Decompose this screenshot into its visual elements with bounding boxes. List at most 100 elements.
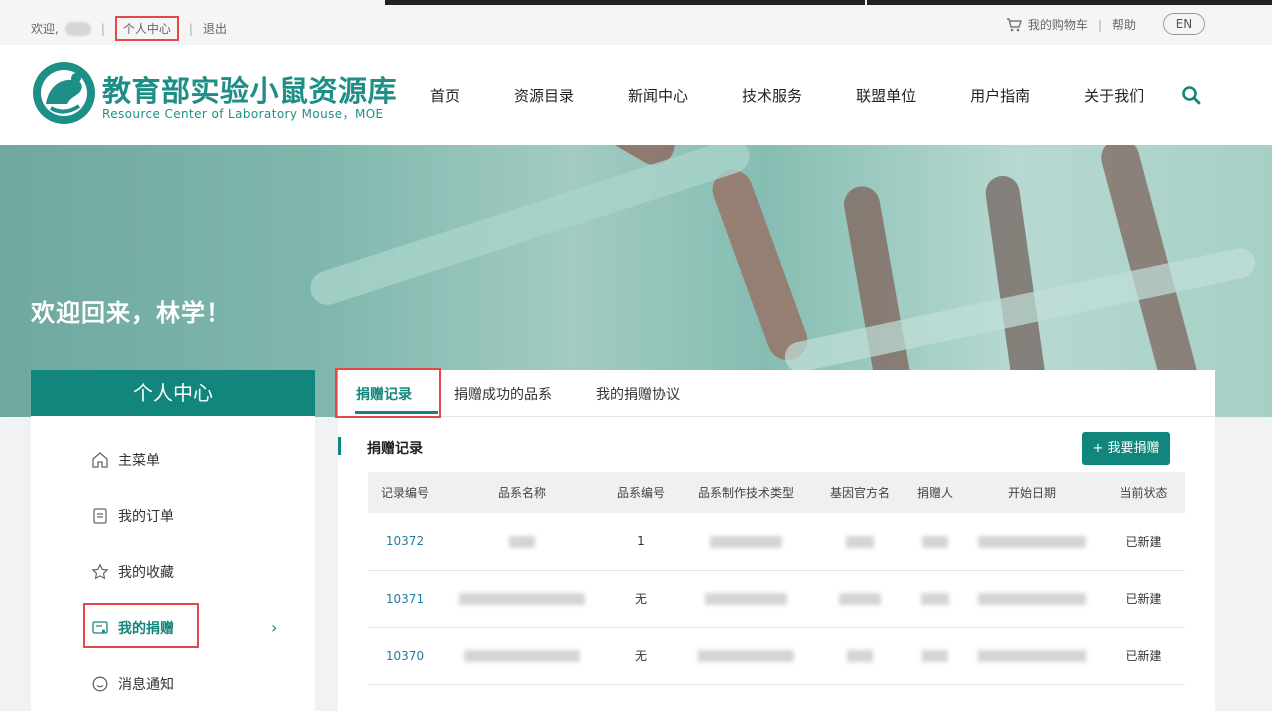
nav-item-home[interactable]: 首页 [430,85,460,106]
logout-link[interactable]: 退出 [203,20,227,37]
table-cell: 已新建 [1125,592,1162,606]
welcome-heading: 欢迎回来，林学！ [31,299,231,327]
window-strip [385,0,865,5]
redacted-value [921,593,949,605]
site-header: 教育部实验小鼠资源库 Resource Center of Laboratory… [0,45,1272,145]
column-header: 基因官方名 [829,486,890,500]
window-strip [867,0,1272,5]
cart-link[interactable]: 我的购物车 [1028,16,1088,33]
table-row[interactable]: 10371 无 已新建 [368,570,1185,627]
redacted-value [464,650,580,662]
record-id-link[interactable]: 10371 [368,570,442,627]
redacted-value [978,650,1086,662]
table-cell [962,570,1102,627]
table-cell [812,570,908,627]
redacted-value [705,593,787,605]
sidebar-item-label: 我的捐赠 [118,621,174,637]
nav-item-user-guide[interactable]: 用户指南 [970,85,1030,106]
site-title-en: Resource Center of Laboratory Mouse，MOE [102,107,384,121]
donation-tabs: 捐赠记录 捐赠成功的品系 我的捐赠协议 [335,368,1215,418]
column-header: 当前状态 [1119,486,1168,500]
tab-donation-agreements[interactable]: 我的捐赠协议 [596,384,680,404]
column-header: 捐赠人 [916,486,953,500]
table-cell [962,513,1102,570]
table-cell [442,627,602,684]
redacted-value [839,593,881,605]
cart-icon [1006,17,1022,31]
divider: | [1097,17,1102,32]
help-link[interactable]: 帮助 [1112,16,1136,33]
divider: | [100,21,105,36]
sidebar-title: 个人中心 [31,370,315,416]
table-cell [680,627,812,684]
table-cell [908,627,962,684]
redacted-value [509,535,535,548]
nav-item-tech-service[interactable]: 技术服务 [742,85,802,106]
divider: | [188,21,193,36]
welcome-text: 欢迎, [31,22,59,36]
banner-decoration [707,164,813,366]
table-cell: 已新建 [1125,534,1162,549]
sidebar-item-label: 消息通知 [118,677,174,693]
table-cell [812,513,908,570]
nav-item-alliance[interactable]: 联盟单位 [856,85,916,106]
table-cell [962,627,1102,684]
column-header: 开始日期 [1007,486,1056,500]
search-icon[interactable] [1181,85,1201,105]
record-id-link[interactable]: 10370 [368,627,442,684]
redacted-value [978,535,1086,548]
sidebar-item-main-menu[interactable]: 主菜单 [91,450,160,470]
nav-item-catalog[interactable]: 资源目录 [514,85,574,106]
sidebar-item-favorites[interactable]: 我的收藏 [91,562,174,582]
table-row[interactable]: 10370 无 已新建 [368,627,1185,684]
top-utility-bar: 欢迎, | 个人中心 | 退出 我的购物车 | 帮助 EN [0,0,1272,45]
table-row[interactable]: 10372 1 已新建 [368,513,1185,570]
table-cell [442,570,602,627]
table-cell [908,570,962,627]
table-cell [442,513,602,570]
tab-successful-strains[interactable]: 捐赠成功的品系 [454,384,552,404]
donation-panel: 捐赠记录 捐赠成功的品系 我的捐赠协议 捐赠记录 + 我要捐赠 记录编号 品系名… [335,368,1215,711]
home-icon [92,452,108,468]
sidebar-item-donations[interactable]: 我的捐赠 [91,618,174,638]
column-header: 品系名称 [497,486,546,500]
active-tab-indicator [355,411,438,414]
redacted-value [922,650,948,662]
redacted-value [847,650,873,662]
donation-records-table: 记录编号 品系名称 品系编号 品系制作技术类型 基因官方名 捐赠人 开始日期 当… [368,472,1185,685]
site-title-cn[interactable]: 教育部实验小鼠资源库 [102,68,397,110]
sidebar-item-label: 主菜单 [118,453,160,469]
sidebar-item-label: 我的订单 [118,509,174,525]
redacted-value [459,593,585,605]
column-header: 记录编号 [380,486,429,500]
banner-decoration [306,145,754,310]
column-header: 品系编号 [616,486,665,500]
redacted-value [710,535,782,548]
table-cell: 无 [634,649,647,663]
redacted-value [846,535,874,548]
username-blurred [64,21,91,36]
donate-button[interactable]: + 我要捐赠 [1082,432,1170,465]
nav-item-about[interactable]: 关于我们 [1084,85,1144,106]
main-nav: 首页 资源目录 新闻中心 技术服务 联盟单位 用户指南 关于我们 [430,85,1198,106]
table-cell [908,513,962,570]
table-cell [680,570,812,627]
record-id-link[interactable]: 10372 [368,513,442,570]
chevron-right-icon: › [271,618,278,637]
sidebar-item-notifications[interactable]: 消息通知 [91,674,174,694]
user-links: 欢迎, | 个人中心 | 退出 [31,16,227,41]
redacted-value [922,535,948,548]
sidebar-item-orders[interactable]: 我的订单 [91,506,174,526]
section-title: 捐赠记录 [367,441,423,457]
language-toggle-button[interactable]: EN [1163,13,1205,35]
table-cell [680,513,812,570]
sidebar-item-label: 我的收藏 [118,565,174,581]
document-icon [93,508,107,524]
redacted-value [698,650,794,662]
mouse-logo-icon[interactable] [31,60,97,126]
tab-donation-records[interactable]: 捐赠记录 [356,384,412,404]
personal-center-link[interactable]: 个人中心 [114,16,179,41]
nav-item-news[interactable]: 新闻中心 [628,85,688,106]
personal-center-sidebar: 个人中心 主菜单 我的订单 我的收藏 我的捐赠 › 消息通知 [31,370,315,711]
table-cell [812,627,908,684]
